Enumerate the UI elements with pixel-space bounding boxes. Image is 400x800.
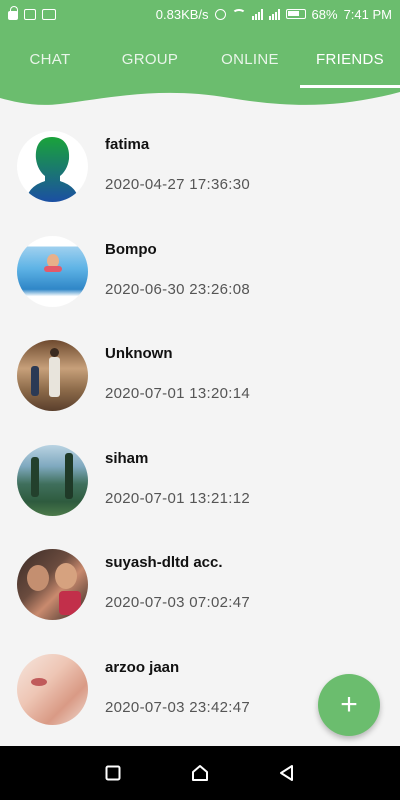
list-item[interactable]: Unknown 2020-07-01 13:20:14 xyxy=(0,324,400,429)
recent-apps-button[interactable] xyxy=(98,758,128,788)
wifi-icon xyxy=(231,9,246,19)
back-triangle-icon xyxy=(279,765,293,781)
status-bar: 0.83KB/s 68% 7:41 PM xyxy=(0,0,400,28)
friends-list: fatima 2020-04-27 17:36:30 Bompo 2020-06… xyxy=(0,115,400,742)
alarm-icon xyxy=(214,8,226,20)
tab-chat[interactable]: CHAT xyxy=(0,28,100,90)
friend-name: fatima xyxy=(105,136,150,153)
friend-name: suyash-dltd acc. xyxy=(105,554,223,571)
add-friend-button[interactable]: + xyxy=(318,674,380,736)
friend-timestamp: 2020-04-27 17:36:30 xyxy=(105,176,250,193)
signal-icon xyxy=(251,8,263,20)
tab-bar: CHAT GROUP ONLINE FRIENDS xyxy=(0,28,400,90)
image-icon xyxy=(24,8,36,20)
friend-timestamp: 2020-07-03 23:42:47 xyxy=(105,698,250,716)
list-item[interactable]: suyash-dltd acc. 2020-07-03 07:02:47 xyxy=(0,533,400,638)
friend-name: Bompo xyxy=(105,240,157,258)
lock-icon xyxy=(8,6,18,20)
back-button[interactable] xyxy=(272,758,302,788)
home-icon xyxy=(191,765,208,781)
tab-online[interactable]: ONLINE xyxy=(200,28,300,90)
list-item[interactable]: Bompo 2020-06-30 23:26:08 xyxy=(0,220,400,325)
friend-name: arzoo jaan xyxy=(105,658,180,676)
avatar xyxy=(17,235,88,307)
friend-timestamp: 2020-06-30 23:26:08 xyxy=(105,280,250,298)
friend-timestamp: 2020-07-03 07:02:47 xyxy=(105,594,250,611)
square-icon xyxy=(105,765,121,781)
list-item[interactable]: siham 2020-07-01 13:21:12 xyxy=(0,429,400,534)
clock: 7:41 PM xyxy=(343,6,392,22)
list-item[interactable]: fatima 2020-04-27 17:36:30 xyxy=(0,115,400,220)
friend-name: Unknown xyxy=(105,345,173,362)
signal-icon-2 xyxy=(268,8,280,20)
tab-group[interactable]: GROUP xyxy=(100,28,200,90)
battery-level: 68% xyxy=(311,6,338,22)
avatar xyxy=(17,340,88,411)
network-speed: 0.83KB/s xyxy=(155,6,209,22)
home-button[interactable] xyxy=(185,758,215,788)
plus-icon: + xyxy=(340,688,358,721)
avatar xyxy=(17,131,88,202)
friend-timestamp: 2020-07-01 13:21:12 xyxy=(105,489,250,507)
friend-name: siham xyxy=(105,449,149,467)
battery-icon xyxy=(285,9,306,19)
app-header: CHAT GROUP ONLINE FRIENDS xyxy=(0,28,400,108)
tab-friends[interactable]: FRIENDS xyxy=(300,28,400,90)
navigation-bar xyxy=(0,746,400,800)
avatar xyxy=(17,444,88,516)
friend-timestamp: 2020-07-01 13:20:14 xyxy=(105,385,250,402)
laptop-icon xyxy=(42,8,56,20)
avatar xyxy=(17,653,88,725)
avatar xyxy=(17,549,88,620)
